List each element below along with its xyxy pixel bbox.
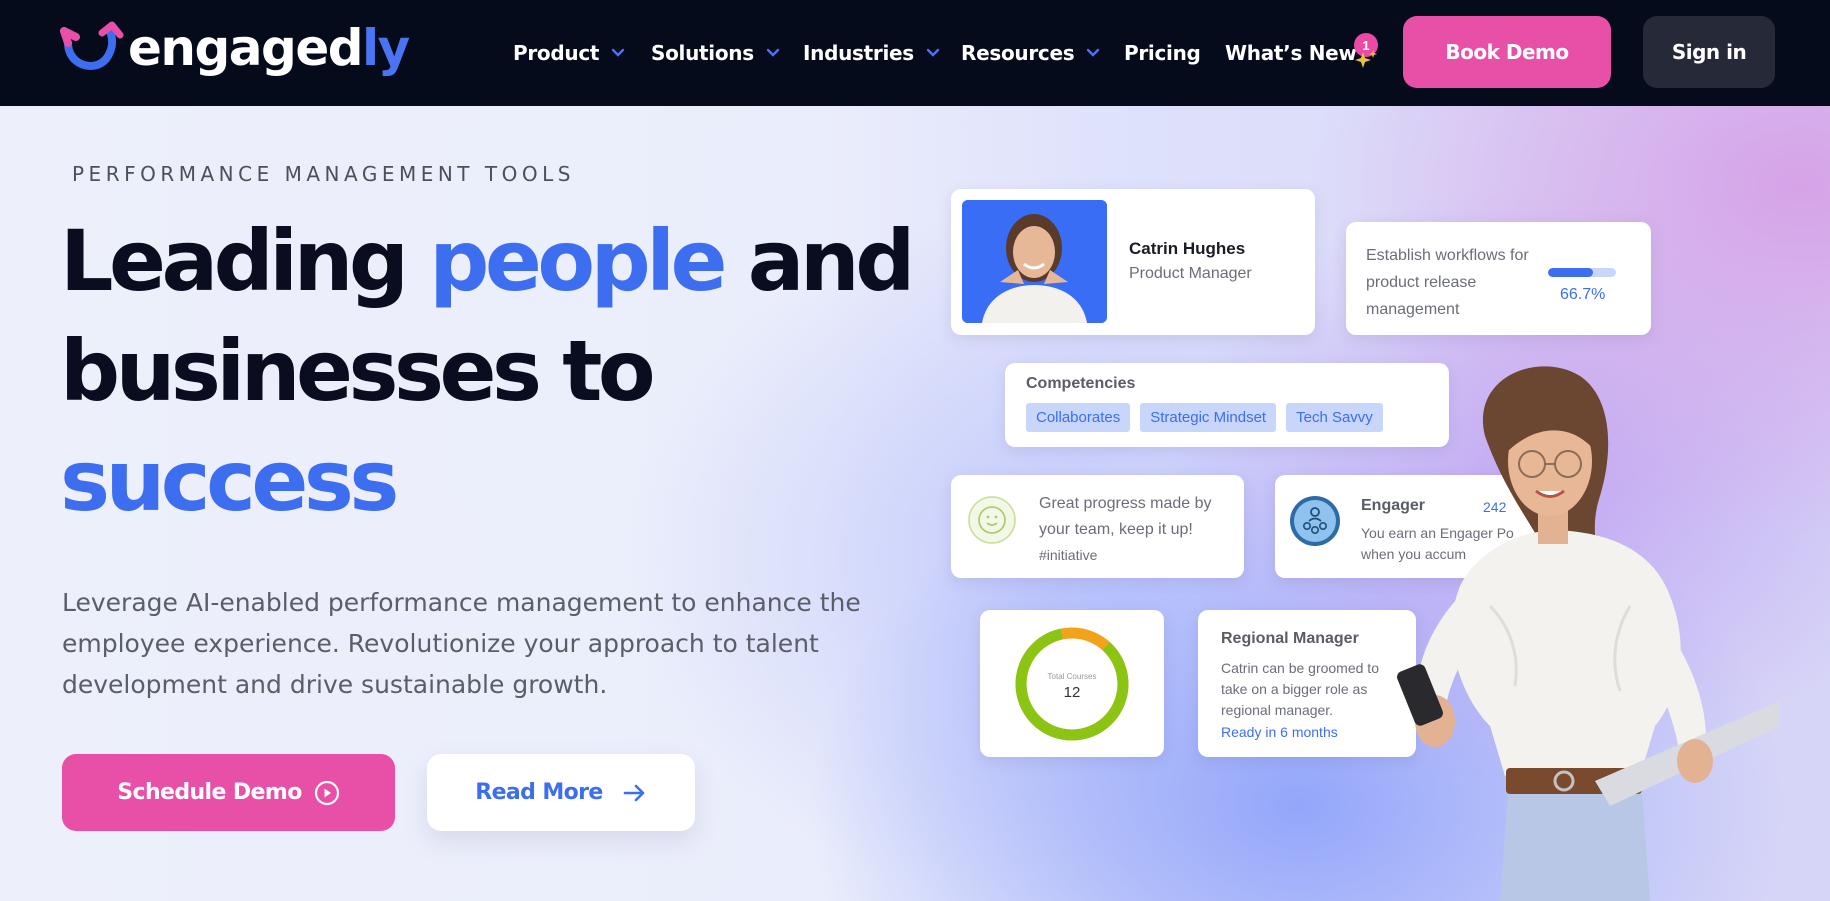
- workflow-card: Establish workflows for product release …: [1346, 222, 1651, 335]
- progress-feedback-text: Great progress made by your team, keep i…: [1039, 495, 1212, 538]
- woman-with-phone-illustration: [1397, 366, 1780, 901]
- nav-industries[interactable]: Industries: [803, 38, 940, 68]
- logo-smile-icon: [60, 21, 124, 70]
- read-more-button[interactable]: Read More: [427, 754, 695, 831]
- nav-pricing-label: Pricing: [1124, 41, 1201, 65]
- nav-whats-new[interactable]: What’s New: [1225, 38, 1357, 68]
- nav-resources-label: Resources: [961, 41, 1075, 65]
- total-courses-card: Total Courses 12: [980, 610, 1164, 757]
- schedule-demo-button[interactable]: Schedule Demo: [62, 754, 395, 831]
- hero-subtext: Leverage AI-enabled performance manageme…: [62, 588, 861, 699]
- nav-resources[interactable]: Resources: [961, 38, 1100, 68]
- read-more-label: Read More: [475, 780, 603, 805]
- nav-solutions[interactable]: Solutions: [651, 38, 780, 68]
- schedule-demo-label: Schedule Demo: [117, 780, 302, 805]
- profile-role: Product Manager: [1129, 265, 1252, 282]
- hero-headline: Leading people and businesses to success: [60, 206, 920, 536]
- courses-value: 12: [1063, 684, 1081, 701]
- competency-tag: Collaborates: [1026, 403, 1131, 432]
- chevron-down-icon: [611, 48, 625, 57]
- workflow-progress-bar: [1548, 268, 1616, 277]
- chevron-down-icon: [1087, 48, 1100, 57]
- smiley-icon: [968, 496, 1016, 544]
- courses-label: Total Courses: [1047, 672, 1097, 681]
- nav-pricing[interactable]: Pricing: [1124, 38, 1201, 68]
- headline-highlight-2: success: [60, 432, 399, 530]
- headline-highlight-1: people: [429, 212, 727, 310]
- headline-text-1: Leading: [60, 212, 430, 310]
- workflow-progress-fill: [1548, 268, 1594, 277]
- book-demo-button[interactable]: Book Demo: [1403, 16, 1611, 88]
- hero-eyebrow: PERFORMANCE MANAGEMENT TOOLS: [72, 162, 575, 186]
- profile-name: Catrin Hughes: [1129, 239, 1246, 258]
- progress-feedback-tag: #initiative: [1039, 547, 1098, 563]
- chevron-down-icon: [926, 48, 940, 57]
- competency-tag: Strategic Mindset: [1140, 403, 1277, 432]
- logo-wordmark: engagedly: [128, 19, 410, 77]
- top-navigation: engagedly Product Solutions Industries R…: [0, 0, 1830, 106]
- nav-product-label: Product: [513, 41, 600, 65]
- sparkle-icon: [1355, 50, 1377, 68]
- nav-product[interactable]: Product: [513, 38, 625, 68]
- chevron-down-icon: [766, 48, 780, 57]
- workflow-text: Establish workflows for product release …: [1366, 247, 1529, 318]
- profile-card: Catrin Hughes Product Manager: [951, 189, 1315, 335]
- nav-industries-label: Industries: [803, 41, 914, 65]
- hero-section: PERFORMANCE MANAGEMENT TOOLS Leading peo…: [0, 106, 1830, 901]
- arrow-right-icon: [623, 784, 645, 801]
- sign-in-button[interactable]: Sign in: [1643, 16, 1775, 88]
- nav-whats-new-label: What’s New: [1225, 41, 1357, 65]
- competencies-title: Competencies: [1026, 375, 1136, 392]
- profile-photo: [962, 200, 1107, 323]
- play-circle-icon: [314, 780, 339, 805]
- engagedly-logo[interactable]: engagedly: [60, 18, 410, 84]
- workflow-progress-label: 66.7%: [1560, 286, 1606, 303]
- progress-feedback-card: Great progress made by your team, keep i…: [951, 475, 1244, 578]
- nav-solutions-label: Solutions: [651, 41, 754, 65]
